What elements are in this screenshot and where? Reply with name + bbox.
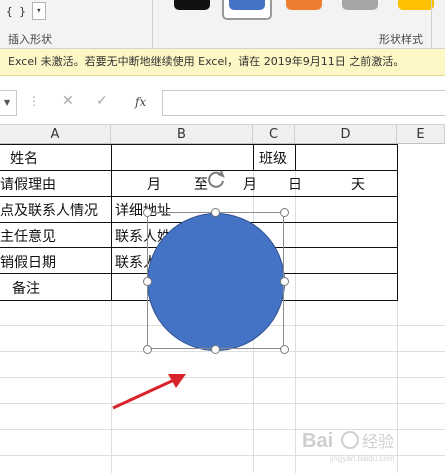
svg-text:经验: 经验 xyxy=(362,432,394,451)
cancel-icon[interactable]: ✕ xyxy=(62,93,74,109)
table-border xyxy=(295,144,296,170)
activation-warning-text: Excel 未激活。若要无中断地继续使用 Excel，请在 2019年9月11日… xyxy=(8,55,405,68)
column-header-c[interactable]: C xyxy=(253,125,295,144)
column-header-d[interactable]: D xyxy=(295,125,397,144)
brace-shape-icon[interactable]: { } xyxy=(6,5,26,18)
name-box[interactable]: ▼ xyxy=(0,90,17,116)
gridline xyxy=(0,351,445,352)
annotation-arrow-icon xyxy=(112,374,186,410)
cell-a1[interactable]: 姓名 xyxy=(10,148,38,168)
baidu-watermark-logo: Bai 经验 jingyan.baidu.com xyxy=(302,430,395,463)
cell-c2-month[interactable]: 月 xyxy=(243,174,257,194)
resize-handle-top[interactable] xyxy=(211,208,220,217)
shape-selection-box xyxy=(147,212,284,349)
style-swatch-orange[interactable] xyxy=(286,0,322,10)
formula-input[interactable] xyxy=(162,90,445,116)
rotate-handle-icon[interactable] xyxy=(205,168,227,190)
activation-warning-bar: Excel 未激活。若要无中断地继续使用 Excel，请在 2019年9月11日… xyxy=(0,49,445,76)
style-swatch-gold[interactable] xyxy=(398,0,434,10)
svg-text:Bai: Bai xyxy=(302,430,333,452)
svg-text:jingyan.baidu.com: jingyan.baidu.com xyxy=(329,454,395,463)
cell-a6[interactable]: 备注 xyxy=(12,278,40,298)
column-header-b[interactable]: B xyxy=(111,125,253,144)
table-border xyxy=(397,144,398,301)
table-border xyxy=(0,170,398,171)
ribbon: { } ▾ 插入形状 形状样式 xyxy=(0,0,445,49)
more-options-icon[interactable]: ⋮ xyxy=(28,94,40,108)
resize-handle-bottom[interactable] xyxy=(211,345,220,354)
cell-a3[interactable]: 点及联系人情况 xyxy=(0,200,111,220)
resize-handle-top-left[interactable] xyxy=(143,208,152,217)
cell-d2-days[interactable]: 天 xyxy=(351,174,365,194)
column-header-a[interactable]: A xyxy=(0,125,111,144)
shape-gallery[interactable]: { } ▾ xyxy=(6,2,46,20)
gridline xyxy=(0,403,445,404)
table-border xyxy=(0,144,398,145)
formula-bar: ▼ ⋮ ✕ ✓ fx xyxy=(0,76,445,125)
gridline xyxy=(0,377,445,378)
resize-handle-bottom-right[interactable] xyxy=(280,345,289,354)
insert-shapes-group: { } ▾ 插入形状 xyxy=(0,0,150,48)
style-swatch-gray[interactable] xyxy=(342,0,378,10)
resize-handle-top-right[interactable] xyxy=(280,208,289,217)
table-border xyxy=(253,144,254,170)
ribbon-separator xyxy=(152,0,153,48)
chevron-down-icon[interactable]: ▼ xyxy=(4,98,10,107)
cell-a5[interactable]: 销假日期 xyxy=(0,252,111,272)
cell-c2-day[interactable]: 日 xyxy=(288,174,302,194)
shape-gallery-dropdown[interactable]: ▾ xyxy=(31,2,46,20)
insert-function-icon[interactable]: fx xyxy=(135,95,146,109)
cell-a4[interactable]: 主任意见 xyxy=(0,226,111,246)
cell-a2[interactable]: 请假理由 xyxy=(0,174,56,194)
table-border xyxy=(0,196,398,197)
resize-handle-bottom-left[interactable] xyxy=(143,345,152,354)
column-header-e[interactable]: E xyxy=(397,125,445,144)
resize-handle-right[interactable] xyxy=(280,277,289,286)
style-swatch-blue[interactable] xyxy=(229,0,265,10)
cell-c1[interactable]: 班级 xyxy=(259,148,287,168)
cell-b2-month[interactable]: 月 xyxy=(147,174,161,194)
insert-shape-label: 插入形状 xyxy=(8,33,52,46)
style-swatch-black[interactable] xyxy=(174,0,210,10)
shape-styles-label: 形状样式 xyxy=(379,33,423,46)
enter-icon[interactable]: ✓ xyxy=(96,93,108,109)
table-border xyxy=(111,144,112,301)
ribbon-separator xyxy=(431,0,432,48)
resize-handle-left[interactable] xyxy=(143,277,152,286)
